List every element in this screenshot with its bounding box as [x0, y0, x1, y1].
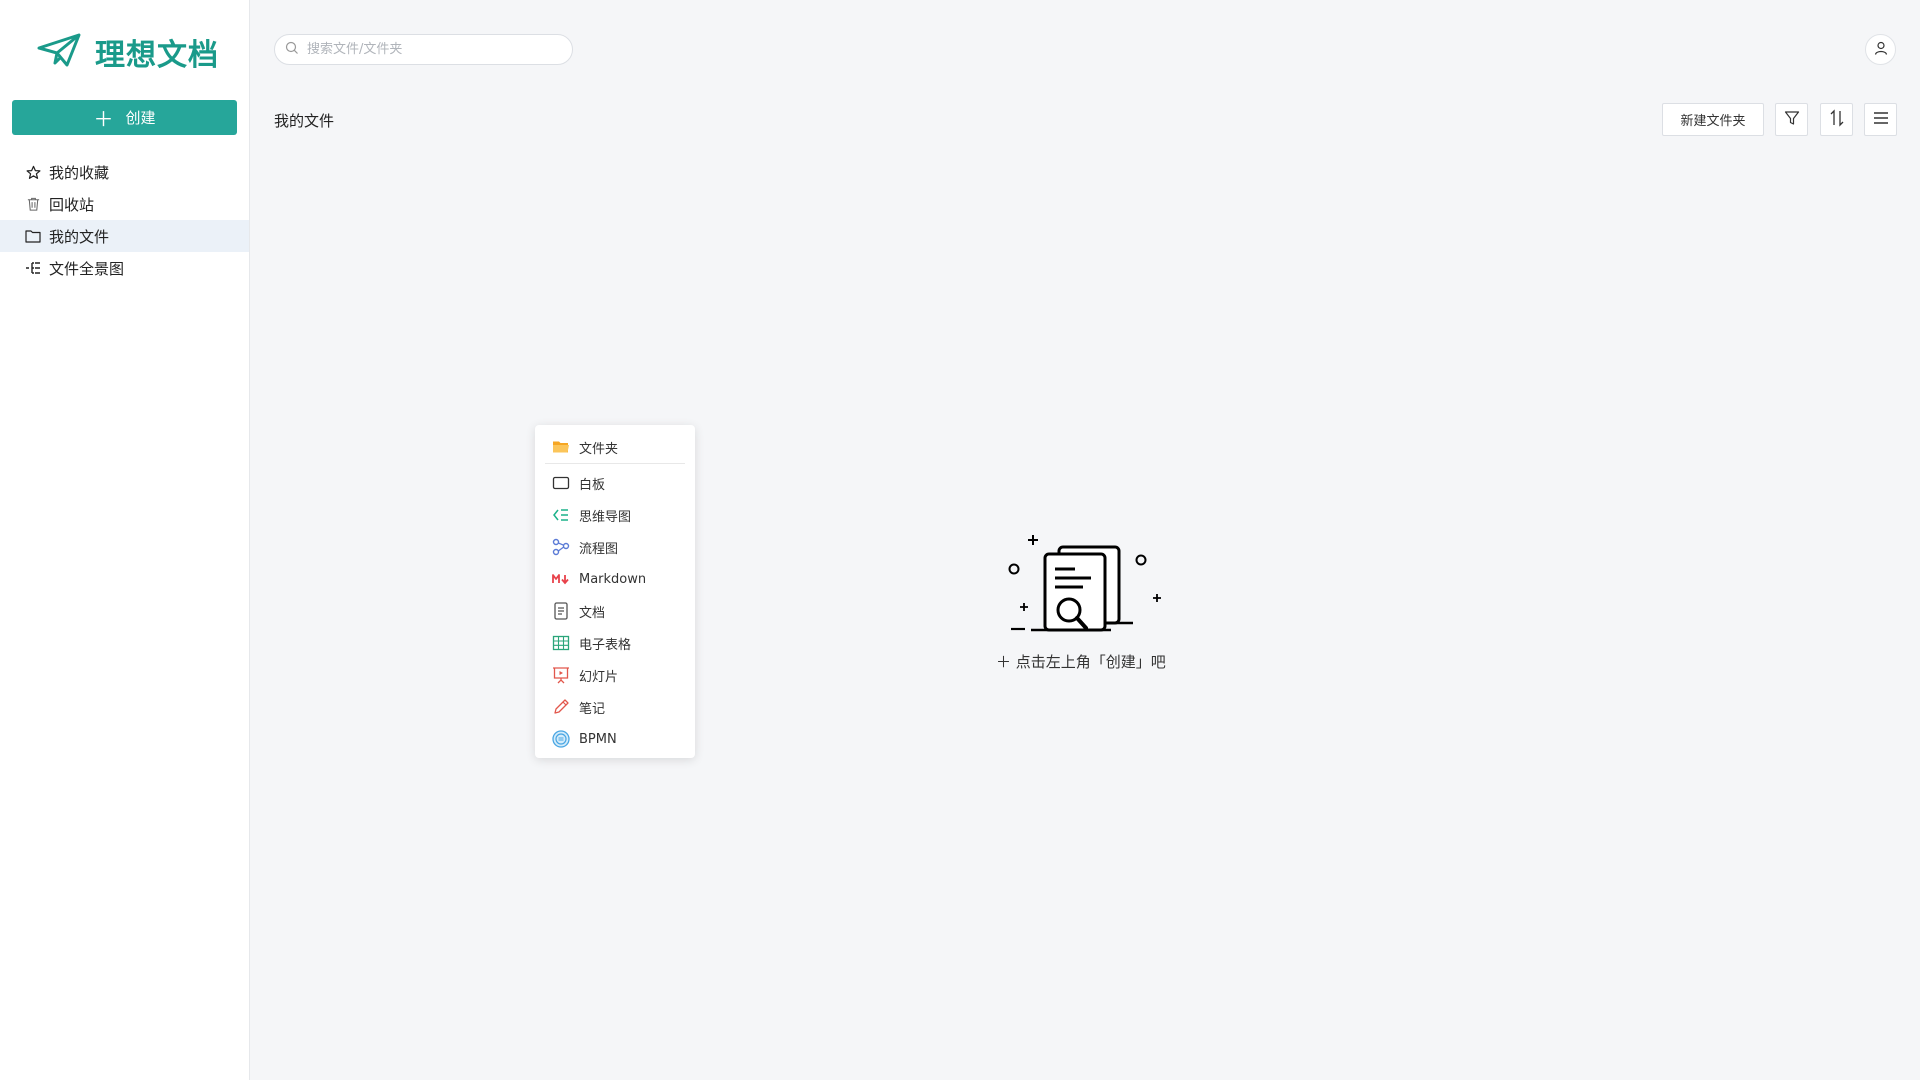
- plus-icon: ＋: [93, 107, 114, 131]
- menu-item-markdown[interactable]: Markdown: [535, 566, 695, 592]
- menu-item-label: 文档: [579, 605, 606, 621]
- menu-item-label: 电子表格: [579, 637, 632, 653]
- menu-divider: [545, 463, 685, 464]
- create-button-label: 创建: [125, 109, 156, 127]
- sidebar-nav: 我的收藏 回收站 我的文件 文件全景图: [0, 156, 249, 284]
- menu-item-mindmap[interactable]: 思维导图: [535, 502, 695, 528]
- markdown-icon: [552, 570, 570, 588]
- logo[interactable]: 理想文档: [37, 30, 219, 74]
- page-title: 我的文件: [274, 112, 335, 130]
- paper-plane-icon: [37, 33, 81, 71]
- menu-item-bpmn[interactable]: BPMN: [535, 726, 695, 752]
- sidebar-item-label: 文件全景图: [49, 259, 125, 278]
- new-folder-button[interactable]: 新建文件夹: [1662, 103, 1764, 136]
- star-icon: [25, 164, 41, 180]
- filter-icon: [1784, 110, 1800, 130]
- search-input[interactable]: [305, 41, 559, 58]
- menu-item-label: 思维导图: [579, 509, 632, 525]
- whiteboard-icon: [552, 474, 570, 492]
- plus-icon: ＋: [996, 653, 1016, 671]
- view-menu-button[interactable]: [1864, 103, 1897, 136]
- sidebar-item-favorites[interactable]: 我的收藏: [0, 156, 249, 188]
- create-dropdown-menu: 文件夹 白板 思维导图 流程图 Markdown 文档 电子表格 幻灯片 笔记 …: [535, 425, 695, 758]
- menu-item-label: 笔记: [579, 701, 606, 717]
- search-box[interactable]: [274, 34, 573, 65]
- sort-button[interactable]: [1820, 103, 1853, 136]
- menu-item-slides[interactable]: 幻灯片: [535, 662, 695, 688]
- folder-open-icon: [552, 438, 570, 456]
- sidebar-item-label: 回收站: [49, 195, 95, 214]
- user-avatar-button[interactable]: [1865, 34, 1896, 65]
- menu-item-label: 幻灯片: [579, 669, 619, 685]
- document-icon: [552, 602, 570, 620]
- mindmap-icon: [552, 506, 570, 524]
- sidebar-item-trash[interactable]: 回收站: [0, 188, 249, 220]
- sort-icon: [1829, 108, 1845, 131]
- menu-item-folder[interactable]: 文件夹: [535, 434, 695, 460]
- tree-icon: [25, 260, 41, 276]
- menu-item-label: BPMN: [579, 731, 617, 747]
- user-icon: [1874, 40, 1888, 59]
- search-icon: [285, 40, 299, 59]
- menu-item-flowchart[interactable]: 流程图: [535, 534, 695, 560]
- menu-item-label: 文件夹: [579, 441, 619, 457]
- slides-icon: [552, 666, 570, 684]
- menu-item-label: Markdown: [579, 571, 647, 587]
- empty-state-hint: ＋ 点击左上角「创建」吧: [996, 651, 1166, 672]
- create-button[interactable]: ＋ 创建: [12, 100, 237, 135]
- menu-item-label: 流程图: [579, 541, 619, 557]
- menu-item-document[interactable]: 文档: [535, 598, 695, 624]
- filter-button[interactable]: [1775, 103, 1808, 136]
- menu-item-spreadsheet[interactable]: 电子表格: [535, 630, 695, 656]
- trash-icon: [25, 196, 41, 212]
- menu-item-label: 白板: [579, 477, 606, 493]
- sidebar-item-label: 我的文件: [49, 227, 110, 246]
- pen-icon: [552, 698, 570, 716]
- sidebar-item-my-files[interactable]: 我的文件: [0, 220, 249, 252]
- sidebar: 理想文档 ＋ 创建 我的收藏 回收站 我的文件 文件全景图: [0, 0, 250, 1080]
- sidebar-item-label: 我的收藏: [49, 163, 110, 182]
- sidebar-item-file-overview[interactable]: 文件全景图: [0, 252, 249, 284]
- empty-state-text: 点击左上角「创建」吧: [1015, 653, 1166, 671]
- folder-icon: [25, 228, 41, 244]
- bpmn-icon: [552, 730, 570, 748]
- menu-item-whiteboard[interactable]: 白板: [535, 470, 695, 496]
- flowchart-icon: [552, 538, 570, 556]
- menu-item-notes[interactable]: 笔记: [535, 694, 695, 720]
- spreadsheet-icon: [552, 634, 570, 652]
- brand-name: 理想文档: [95, 38, 219, 73]
- menu-icon: [1873, 110, 1889, 129]
- empty-illustration: [995, 530, 1175, 644]
